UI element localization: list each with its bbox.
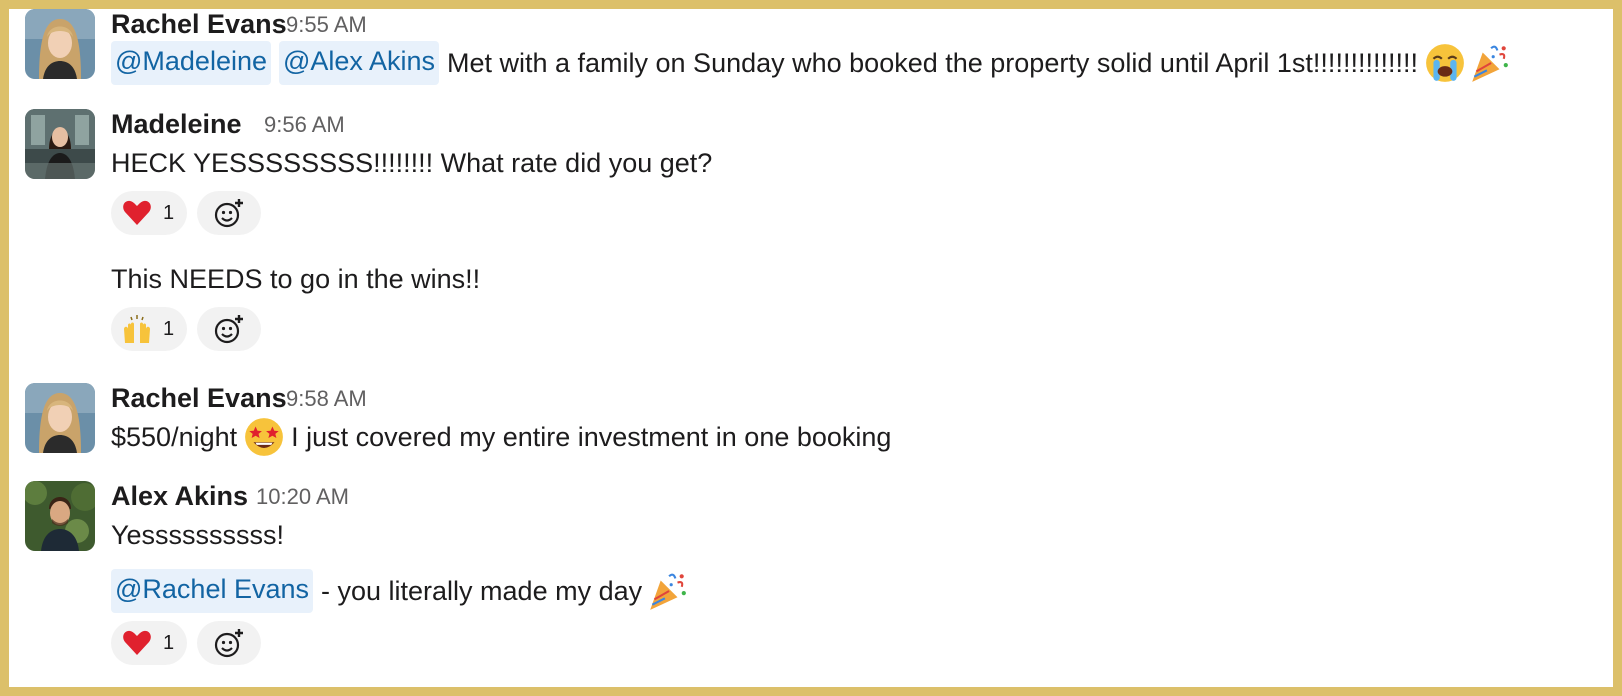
reaction-count: 1 [163,201,175,224]
author-name[interactable]: Alex Akins [111,481,248,511]
message-body: Yessssssssss! [111,513,284,557]
add-emoji-icon [214,629,243,658]
message-list: Rachel Evans 9:55 AM @Madeleine @Alex Ak… [9,9,1613,687]
mention-rachel-evans[interactable]: @Rachel Evans [111,569,313,613]
reactions-bar: 1 [111,191,261,235]
avatar-rachel[interactable] [25,383,95,453]
star-struck-icon [243,416,285,458]
avatar-alex[interactable] [25,481,95,551]
author-name[interactable]: Rachel Evans [111,9,287,39]
author-name[interactable]: Madeleine [111,109,242,139]
mention-madeleine[interactable]: @Madeleine [111,41,271,85]
timestamp[interactable]: 9:56 AM [264,110,345,140]
message-body: $550/night I just covered my entire inve… [111,415,891,459]
message-text: HECK YESSSSSSSS!!!!!!!! What rate did yo… [111,148,713,178]
avatar-rachel[interactable] [25,9,95,79]
party-popper-icon [1468,42,1510,84]
red-heart-icon [121,197,153,229]
message-text: Yessssssssss! [111,520,285,550]
raising-hands-icon [121,313,153,345]
add-emoji-icon [214,199,243,228]
mention-alex-akins[interactable]: @Alex Akins [279,41,439,85]
message-body: HECK YESSSSSSSS!!!!!!!! What rate did yo… [111,141,712,185]
reaction-heart[interactable]: 1 [111,191,187,235]
reactions-bar: 1 [111,621,261,665]
reaction-raising-hands[interactable]: 1 [111,307,187,351]
reaction-heart[interactable]: 1 [111,621,187,665]
timestamp[interactable]: 9:58 AM [286,384,367,414]
party-popper-icon [646,570,688,612]
author-name[interactable]: Rachel Evans [111,383,287,413]
message-text: - you literally made my day [321,576,643,606]
message-text: I just covered my entire investment in o… [291,422,892,452]
add-reaction-button[interactable] [197,191,261,235]
reaction-count: 1 [163,317,175,340]
message-text: Met with a family on Sunday who booked t… [446,48,1418,78]
loudly-crying-face-icon [1424,42,1466,84]
red-heart-icon [121,627,153,659]
add-reaction-button[interactable] [197,307,261,351]
followup-message-body: This NEEDS to go in the wins!! [111,257,480,301]
add-reaction-button[interactable] [197,621,261,665]
reactions-bar: 1 [111,307,261,351]
timestamp[interactable]: 9:55 AM [286,10,367,40]
reaction-count: 1 [163,631,175,654]
avatar-madeleine[interactable] [25,109,95,179]
message-text: $550/night [111,422,238,452]
message-text: This NEEDS to go in the wins!! [111,264,481,294]
add-emoji-icon [214,315,243,344]
message-body: @Madeleine @Alex Akins Met with a family… [111,41,1510,85]
timestamp[interactable]: 10:20 AM [256,482,349,512]
followup-message-body: @Rachel Evans - you literally made my da… [111,569,688,613]
